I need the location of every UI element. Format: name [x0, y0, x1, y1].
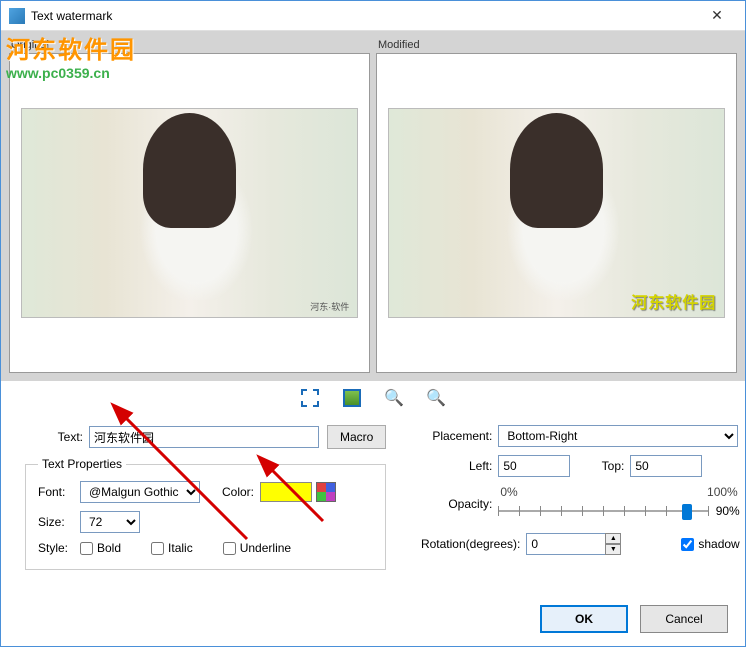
bold-checkbox[interactable]: Bold [80, 541, 121, 555]
text-label: Text: [25, 430, 89, 444]
size-select[interactable]: 72 [80, 511, 140, 533]
original-corner-text: 河东·软件 [310, 300, 349, 313]
font-select[interactable]: @Malgun Gothic [80, 481, 200, 503]
app-icon [9, 8, 25, 24]
color-swatch[interactable] [260, 482, 312, 502]
rotation-up[interactable]: ▲ [605, 533, 621, 544]
underline-checkbox[interactable]: Underline [223, 541, 291, 555]
cancel-button[interactable]: Cancel [640, 605, 728, 633]
fill-icon[interactable] [343, 389, 361, 407]
shadow-checkbox[interactable]: shadow [681, 537, 739, 551]
zoom-in-icon[interactable]: 🔍 [385, 389, 403, 407]
text-input[interactable] [89, 426, 319, 448]
fieldset-legend: Text Properties [38, 457, 126, 471]
style-label: Style: [38, 541, 80, 555]
modified-image-box[interactable]: 河东软件园 [376, 53, 737, 373]
left-input[interactable] [498, 455, 570, 477]
opacity-max: 100% [707, 485, 738, 499]
original-photo: 河东·软件 [21, 108, 358, 318]
opacity-label: Opacity: [416, 497, 498, 511]
zoom-out-icon[interactable]: 🔍 [427, 389, 445, 407]
modified-label: Modified [376, 39, 737, 53]
font-label: Font: [38, 485, 80, 499]
close-icon[interactable]: ✕ [697, 7, 737, 24]
top-input[interactable] [630, 455, 702, 477]
rotation-input[interactable] [526, 533, 606, 555]
modified-panel: Modified 河东软件园 [376, 39, 737, 373]
placement-label: Placement: [416, 429, 498, 443]
placement-select[interactable]: Bottom-Right [498, 425, 738, 447]
top-label: Top: [570, 459, 630, 473]
rotation-label: Rotation(degrees): [416, 537, 526, 551]
ok-button[interactable]: OK [540, 605, 628, 633]
left-label: Left: [416, 459, 498, 473]
size-label: Size: [38, 515, 80, 529]
opacity-slider[interactable] [498, 499, 707, 523]
zoom-toolbar: 🔍 🔍 [1, 381, 745, 415]
title-bar: Text watermark ✕ [1, 1, 745, 31]
text-properties-fieldset: Text Properties Font: @Malgun Gothic Col… [25, 457, 386, 570]
opacity-value: 90% [716, 504, 740, 518]
rotation-down[interactable]: ▼ [605, 544, 621, 555]
italic-checkbox[interactable]: Italic [151, 541, 193, 555]
modified-watermark-text: 河东软件园 [631, 289, 716, 313]
original-image-box[interactable]: 河东·软件 [9, 53, 370, 373]
color-picker-icon[interactable] [316, 482, 336, 502]
window-title: Text watermark [31, 9, 697, 23]
original-panel: Original 河东·软件 [9, 39, 370, 373]
fit-icon[interactable] [301, 389, 319, 407]
left-column: Text: Macro Text Properties Font: @Malgu… [25, 425, 386, 570]
macro-button[interactable]: Macro [327, 425, 386, 449]
modified-photo: 河东软件园 [388, 108, 725, 318]
preview-area: Original 河东·软件 Modified 河东软件园 [1, 31, 745, 381]
color-label: Color: [200, 485, 260, 499]
right-column: Placement: Bottom-Right Left: Top: Opaci… [416, 425, 739, 570]
dialog-footer: OK Cancel [540, 605, 728, 633]
form-area: Text: Macro Text Properties Font: @Malgu… [1, 415, 745, 570]
original-label: Original [9, 39, 370, 53]
opacity-min: 0% [500, 485, 517, 499]
